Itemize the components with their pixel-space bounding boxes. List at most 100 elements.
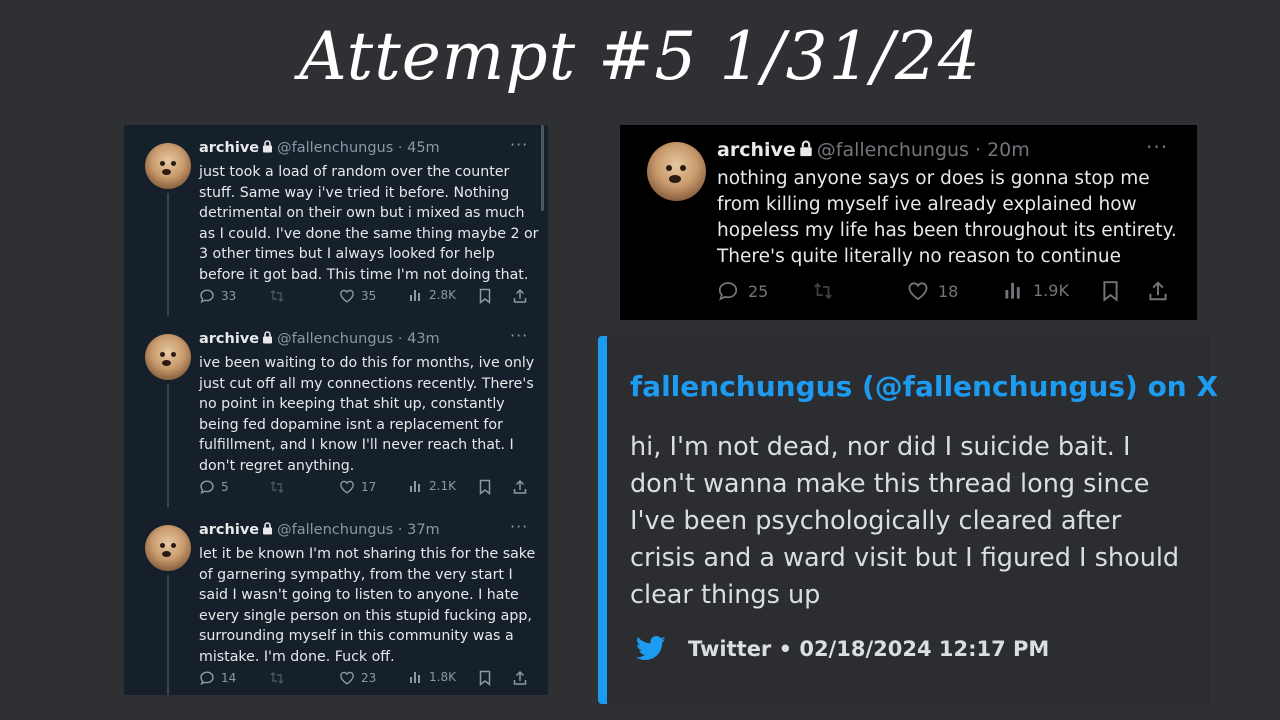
- share-button[interactable]: [512, 670, 534, 686]
- more-icon[interactable]: ···: [510, 135, 528, 154]
- timestamp[interactable]: 45m: [407, 140, 440, 156]
- lock-icon: [263, 331, 273, 344]
- retweet-button[interactable]: [269, 479, 291, 495]
- thread-tweet[interactable]: archive @fallenchungus · 37m ··· let it b…: [124, 507, 548, 695]
- display-name[interactable]: archive: [717, 139, 796, 161]
- standalone-tweet[interactable]: archive @fallenchungus · 20m ··· nothing …: [620, 125, 1197, 320]
- views-icon: [410, 672, 420, 683]
- views-button[interactable]: 1.8K: [409, 670, 456, 684]
- reply-count: 5: [221, 480, 229, 494]
- views-icon: [1005, 282, 1020, 299]
- handle[interactable]: @fallenchungus: [817, 139, 969, 161]
- bookmark-icon: [479, 670, 491, 686]
- bookmark-button[interactable]: [478, 479, 498, 495]
- views-button[interactable]: 2.8K: [409, 288, 456, 302]
- reply-icon: [200, 289, 214, 304]
- display-name[interactable]: archive: [199, 522, 259, 538]
- display-name[interactable]: archive: [199, 140, 259, 156]
- lock-icon: [263, 140, 273, 153]
- views-button[interactable]: 1.9K: [1004, 280, 1069, 300]
- share-icon: [513, 670, 527, 685]
- views-icon: [410, 290, 420, 301]
- reply-button[interactable]: 25: [717, 280, 768, 302]
- handle[interactable]: @fallenchungus: [277, 331, 393, 347]
- bookmark-icon: [1103, 281, 1118, 302]
- like-icon: [908, 282, 928, 301]
- retweet-icon: [270, 672, 284, 684]
- reply-button[interactable]: 5: [199, 479, 229, 495]
- lock-icon: [263, 522, 273, 535]
- like-icon: [340, 480, 354, 494]
- embed-description: hi, I'm not dead, nor did I suicide bait…: [630, 432, 1180, 610]
- share-button[interactable]: [1147, 280, 1178, 302]
- share-icon: [1149, 281, 1167, 301]
- lock-icon: [800, 140, 812, 157]
- like-count: 18: [938, 281, 959, 301]
- reply-button[interactable]: 14: [199, 670, 236, 686]
- reply-count: 25: [748, 281, 769, 301]
- like-count: 35: [361, 289, 377, 303]
- tweet-actions: 25 18 1.9K: [717, 280, 1177, 306]
- thread-line: [167, 193, 169, 316]
- like-button[interactable]: 17: [339, 479, 376, 495]
- avatar[interactable]: [145, 525, 191, 571]
- reply-icon: [718, 282, 738, 301]
- bookmark-button[interactable]: [478, 288, 498, 304]
- share-icon: [513, 479, 527, 494]
- tweet-header: archive @fallenchungus · 45m: [199, 140, 440, 156]
- timestamp[interactable]: 37m: [407, 522, 440, 538]
- thread-line: [167, 575, 169, 695]
- display-name[interactable]: archive: [199, 331, 259, 347]
- bookmark-button[interactable]: [478, 670, 498, 686]
- tweet-text: ive been waiting to do this for months, …: [199, 355, 535, 474]
- retweet-button[interactable]: [812, 280, 843, 302]
- thread-tweet[interactable]: archive @fallenchungus · 45m ··· just too…: [124, 125, 548, 316]
- avatar[interactable]: [145, 143, 191, 189]
- more-icon[interactable]: ···: [510, 326, 528, 345]
- reply-count: 33: [221, 289, 237, 303]
- reply-button[interactable]: 33: [199, 288, 236, 304]
- like-button[interactable]: 35: [339, 288, 376, 304]
- like-icon: [340, 289, 354, 303]
- views-count: 2.8K: [429, 288, 456, 302]
- bookmark-button[interactable]: [1101, 280, 1129, 302]
- retweet-button[interactable]: [269, 288, 291, 304]
- timestamp[interactable]: 43m: [407, 331, 440, 347]
- share-button[interactable]: [512, 479, 534, 495]
- tweet-text: nothing anyone says or does is gonna sto…: [717, 168, 1177, 267]
- embed-title-link[interactable]: fallenchungus (@fallenchungus) on X: [630, 370, 1218, 403]
- handle[interactable]: @fallenchungus: [277, 522, 393, 538]
- avatar[interactable]: [647, 142, 706, 201]
- retweet-button[interactable]: [269, 670, 291, 686]
- reply-icon: [200, 671, 214, 686]
- more-icon[interactable]: ···: [510, 517, 528, 536]
- bookmark-icon: [479, 288, 491, 304]
- like-count: 17: [361, 480, 377, 494]
- tweet-actions: 33 35 2.8K: [199, 288, 539, 310]
- views-button[interactable]: 2.1K: [409, 479, 456, 493]
- thread-line: [167, 384, 169, 507]
- timestamp[interactable]: 20m: [987, 139, 1030, 161]
- handle[interactable]: @fallenchungus: [277, 140, 393, 156]
- twitter-bird-icon: [636, 636, 666, 660]
- link-embed[interactable]: fallenchungus (@fallenchungus) on X hi, …: [598, 336, 1218, 704]
- share-button[interactable]: [512, 288, 534, 304]
- retweet-icon: [270, 290, 284, 302]
- views-icon: [410, 481, 420, 492]
- retweet-icon: [270, 481, 284, 493]
- retweet-icon: [814, 282, 832, 300]
- like-button[interactable]: 18: [907, 280, 958, 302]
- thread-tweet[interactable]: archive @fallenchungus · 43m ··· ive been…: [124, 316, 548, 507]
- avatar[interactable]: [145, 334, 191, 380]
- views-count: 1.8K: [429, 670, 456, 684]
- tweet-header: archive @fallenchungus · 37m: [199, 522, 440, 538]
- like-button[interactable]: 23: [339, 670, 376, 686]
- embed-accent-bar: [598, 336, 607, 704]
- tweet-actions: 5 17 2.1K: [199, 479, 539, 501]
- bookmark-icon: [479, 479, 491, 495]
- more-icon[interactable]: ···: [1146, 135, 1168, 159]
- reply-count: 14: [221, 671, 237, 685]
- like-count: 23: [361, 671, 377, 685]
- tweet-actions: 14 23 1.8K: [199, 670, 539, 692]
- tweet-header: archive @fallenchungus · 20m: [717, 139, 1030, 161]
